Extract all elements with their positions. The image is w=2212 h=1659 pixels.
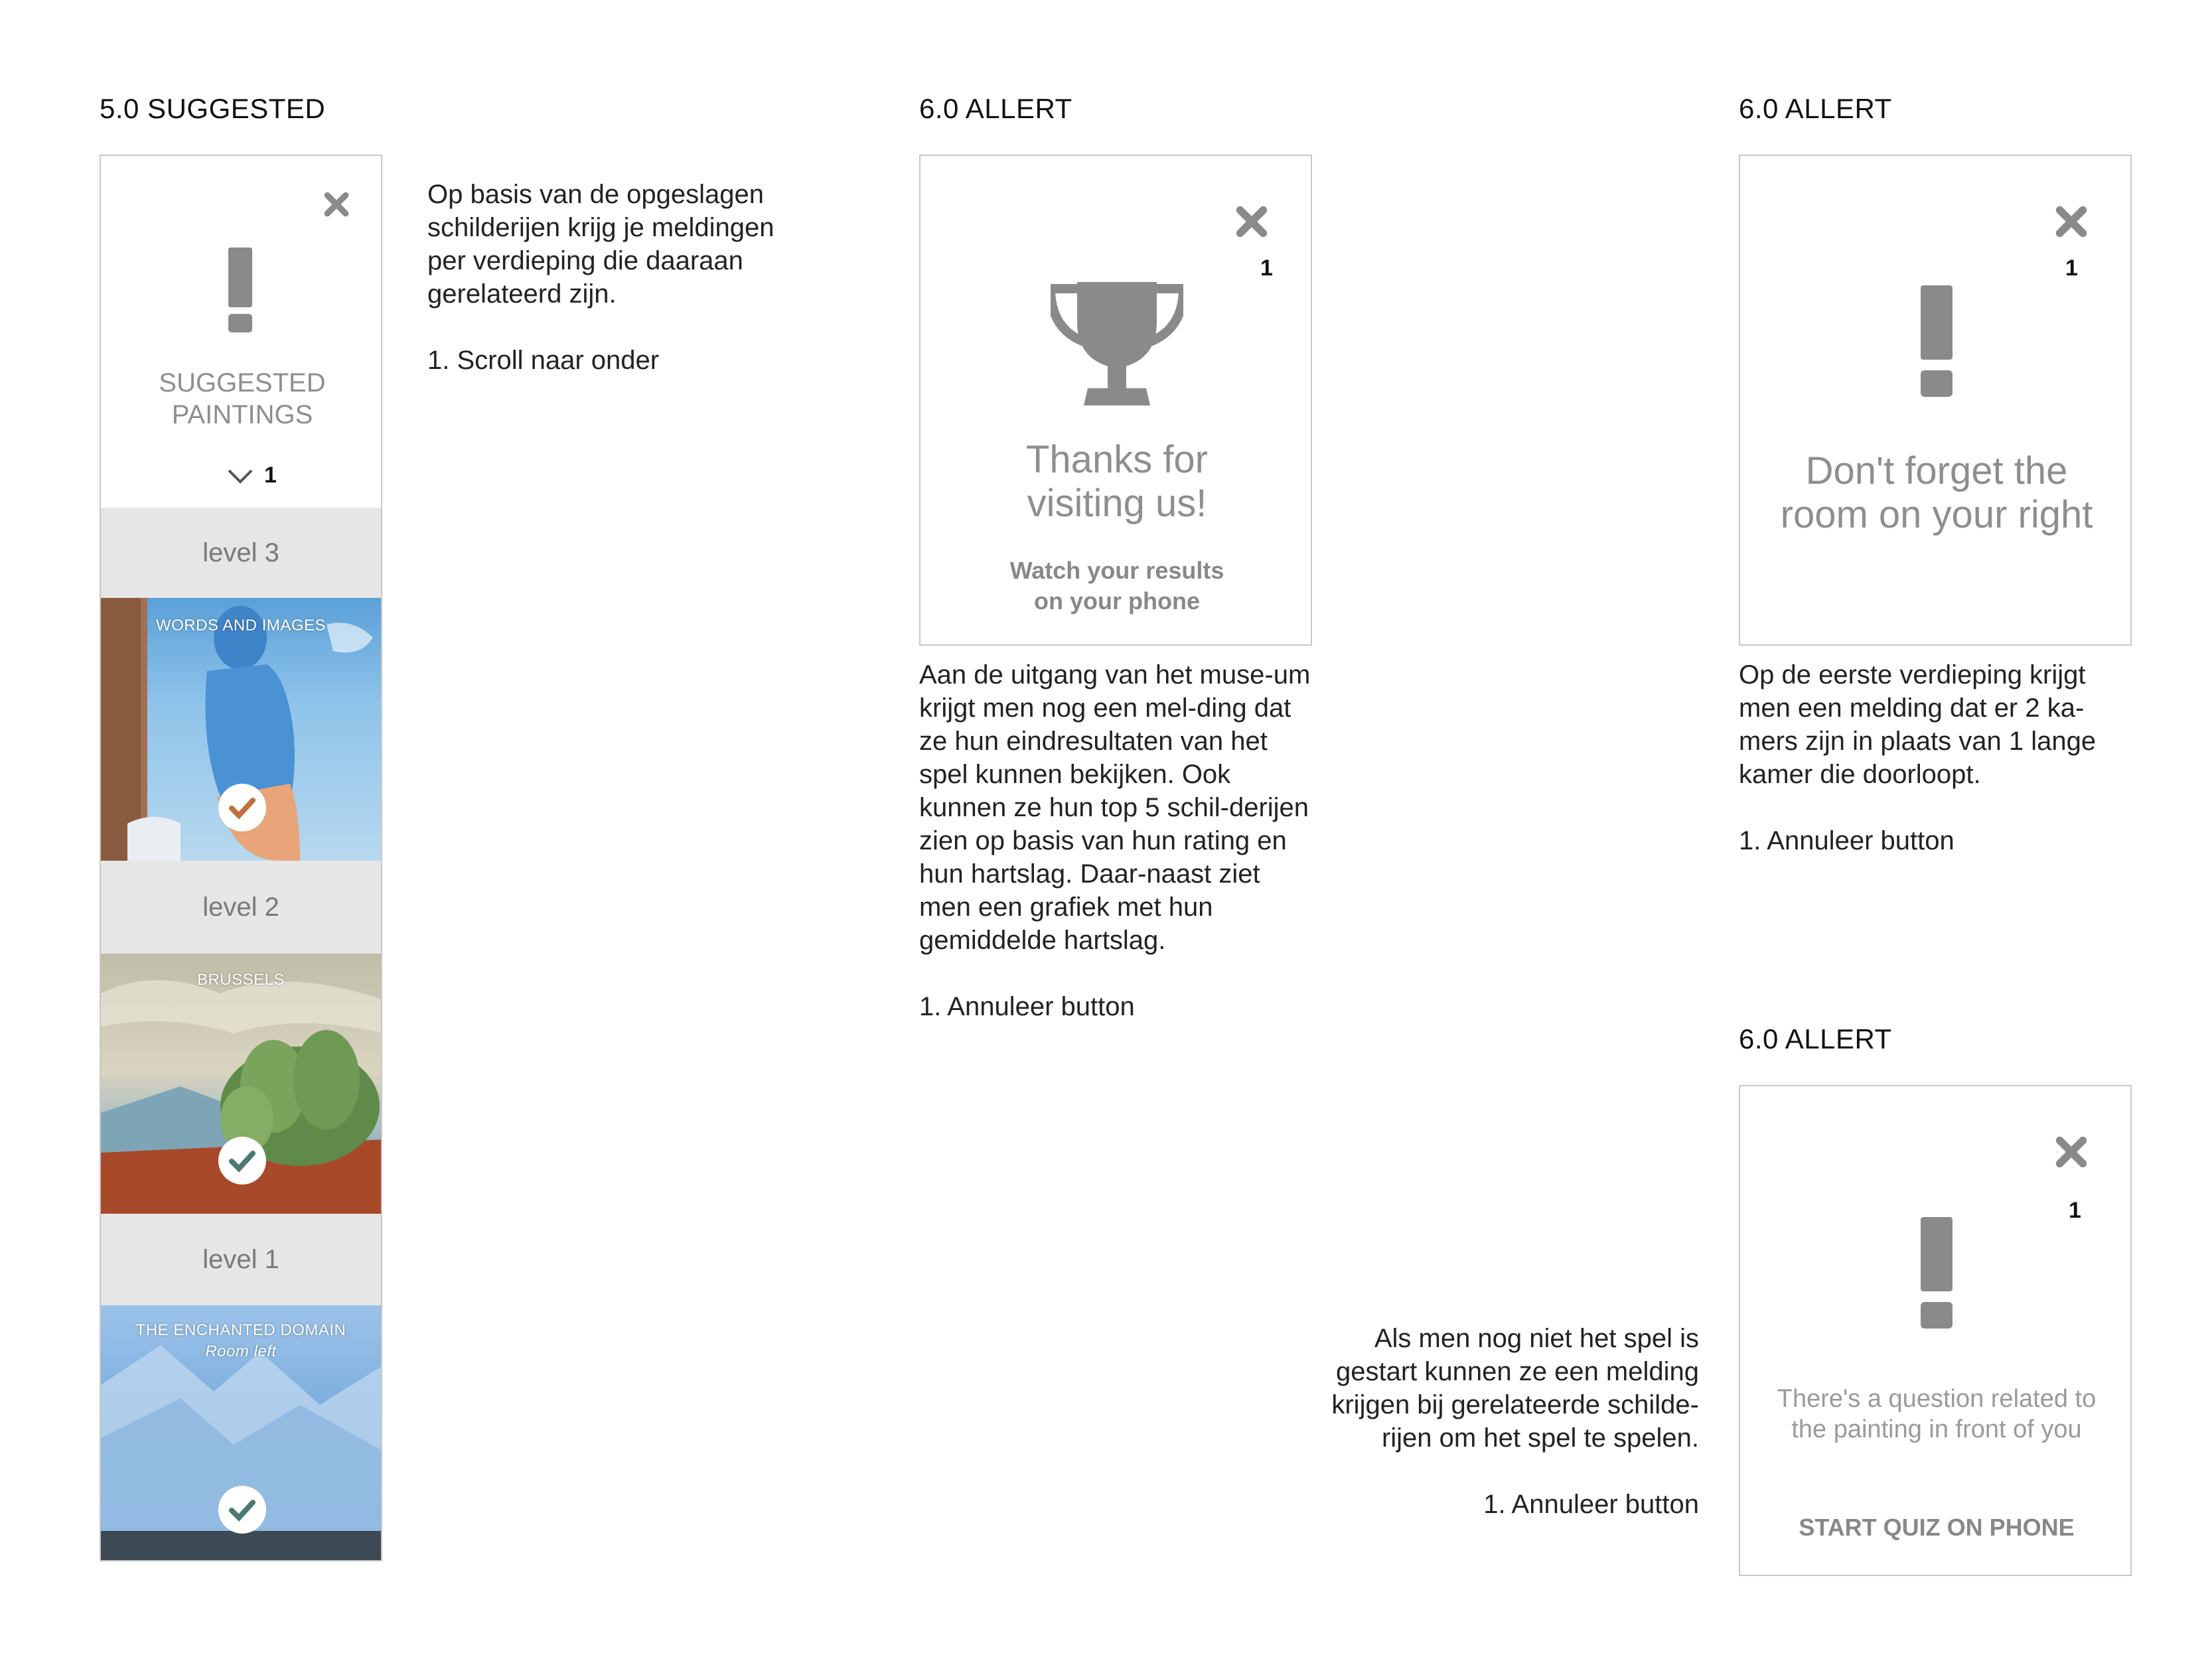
close-icon[interactable] bbox=[321, 189, 352, 220]
trophy-alert-section-title: 6.0 ALLERT bbox=[919, 93, 1072, 124]
trophy-alert-description-text: Aan de uitgang van het muse-um krijgt me… bbox=[919, 660, 1311, 955]
check-icon bbox=[218, 784, 266, 831]
quiz-alert-message-line1: There's a question related to bbox=[1777, 1385, 2097, 1413]
alert-counter: 1 bbox=[1260, 255, 1273, 281]
trophy-alert-screen: 1 Thanks for visiting us! Watch your res… bbox=[919, 155, 1312, 646]
room-alert-description: Op de eerste verdieping krijgt men een m… bbox=[1739, 658, 2130, 891]
painting-title: THE ENCHANTED DOMAIN bbox=[135, 1321, 346, 1339]
exclamation-icon bbox=[1921, 1217, 1953, 1329]
trophy-alert-description-step: 1. Annuleer button bbox=[919, 992, 1135, 1021]
room-alert-message: Don't forget the room on your right bbox=[1740, 449, 2133, 537]
level-label: level 2 bbox=[202, 893, 279, 922]
suggested-description-text: Op basis van de opgeslagen schilderijen … bbox=[427, 180, 774, 309]
suggested-section-title: 5.0 SUGGESTED bbox=[100, 93, 326, 124]
suggested-heading: SUGGESTED PAINTINGS bbox=[101, 367, 381, 431]
room-alert-section-title: 6.0 ALLERT bbox=[1739, 93, 1892, 124]
painting-subtitle: Room left bbox=[205, 1342, 277, 1360]
suggested-heading-line2: PAINTINGS bbox=[171, 400, 313, 429]
trophy-alert-subtext-line1: Watch your results bbox=[1009, 557, 1224, 584]
trophy-alert-subtext-line2: on your phone bbox=[1034, 587, 1200, 614]
quiz-alert-description: Als men nog niet het spel is gestart kun… bbox=[1288, 1322, 1699, 1554]
painting-card[interactable]: THE ENCHANTED DOMAIN Room left bbox=[101, 1305, 381, 1560]
quiz-alert-screen: 1 There's a question related to the pain… bbox=[1739, 1085, 2132, 1576]
quiz-alert-message: There's a question related to the painti… bbox=[1740, 1384, 2133, 1445]
alert-counter: 1 bbox=[2065, 255, 2078, 281]
level-header: level 3 bbox=[101, 508, 381, 598]
trophy-alert-message-line2: visiting us! bbox=[1027, 482, 1207, 525]
level-header: level 1 bbox=[101, 1214, 381, 1305]
suggested-heading-line1: SUGGESTED bbox=[159, 368, 326, 397]
exclamation-icon bbox=[1921, 285, 1953, 397]
exclamation-icon bbox=[228, 248, 252, 332]
room-alert-message-line1: Don't forget the bbox=[1805, 449, 2068, 492]
level-label: level 3 bbox=[202, 538, 279, 567]
painting-card[interactable]: WORDS AND IMAGES bbox=[101, 598, 381, 861]
suggested-description-step: 1. Scroll naar onder bbox=[427, 346, 660, 375]
check-icon bbox=[218, 1486, 266, 1534]
room-alert-description-text: Op de eerste verdieping krijgt men een m… bbox=[1739, 660, 2097, 789]
room-alert-screen: 1 Don't forget the room on your right bbox=[1739, 155, 2132, 646]
alert-counter: 1 bbox=[2069, 1198, 2081, 1223]
trophy-icon bbox=[1051, 282, 1183, 405]
close-icon[interactable] bbox=[2052, 202, 2091, 241]
trophy-alert-subtext: Watch your results on your phone bbox=[921, 555, 1313, 616]
chevron-down-icon[interactable] bbox=[227, 468, 254, 485]
painting-card[interactable]: BRUSSELS bbox=[101, 954, 381, 1214]
close-icon[interactable] bbox=[1232, 202, 1271, 241]
quiz-alert-description-text: Als men nog niet het spel is gestart kun… bbox=[1331, 1324, 1699, 1453]
quiz-alert-description-step: 1. Annuleer button bbox=[1483, 1490, 1699, 1519]
level-header: level 2 bbox=[101, 861, 381, 954]
trophy-alert-message: Thanks for visiting us! bbox=[921, 438, 1313, 526]
quiz-alert-message-line2: the painting in front of you bbox=[1791, 1415, 2082, 1443]
suggested-description: Op basis van de opgeslagen schilderijen … bbox=[427, 178, 799, 410]
trophy-alert-message-line1: Thanks for bbox=[1026, 438, 1208, 481]
quiz-alert-section-title: 6.0 ALLERT bbox=[1739, 1023, 1892, 1054]
close-icon[interactable] bbox=[2052, 1133, 2091, 1171]
painting-title: WORDS AND IMAGES bbox=[155, 616, 327, 634]
check-icon bbox=[218, 1137, 266, 1185]
scroll-counter: 1 bbox=[264, 463, 277, 488]
trophy-alert-description: Aan de uitgang van het muse-um krijgt me… bbox=[919, 658, 1311, 1056]
room-alert-description-step: 1. Annuleer button bbox=[1739, 826, 1954, 855]
painting-title: BRUSSELS bbox=[196, 971, 285, 989]
level-label: level 1 bbox=[202, 1245, 279, 1274]
start-quiz-button[interactable]: START QUIZ ON PHONE bbox=[1740, 1514, 2133, 1542]
room-alert-message-line2: room on your right bbox=[1780, 493, 2093, 536]
suggested-screen: SUGGESTED PAINTINGS 1 level 3 WORDS AND … bbox=[100, 155, 382, 1561]
